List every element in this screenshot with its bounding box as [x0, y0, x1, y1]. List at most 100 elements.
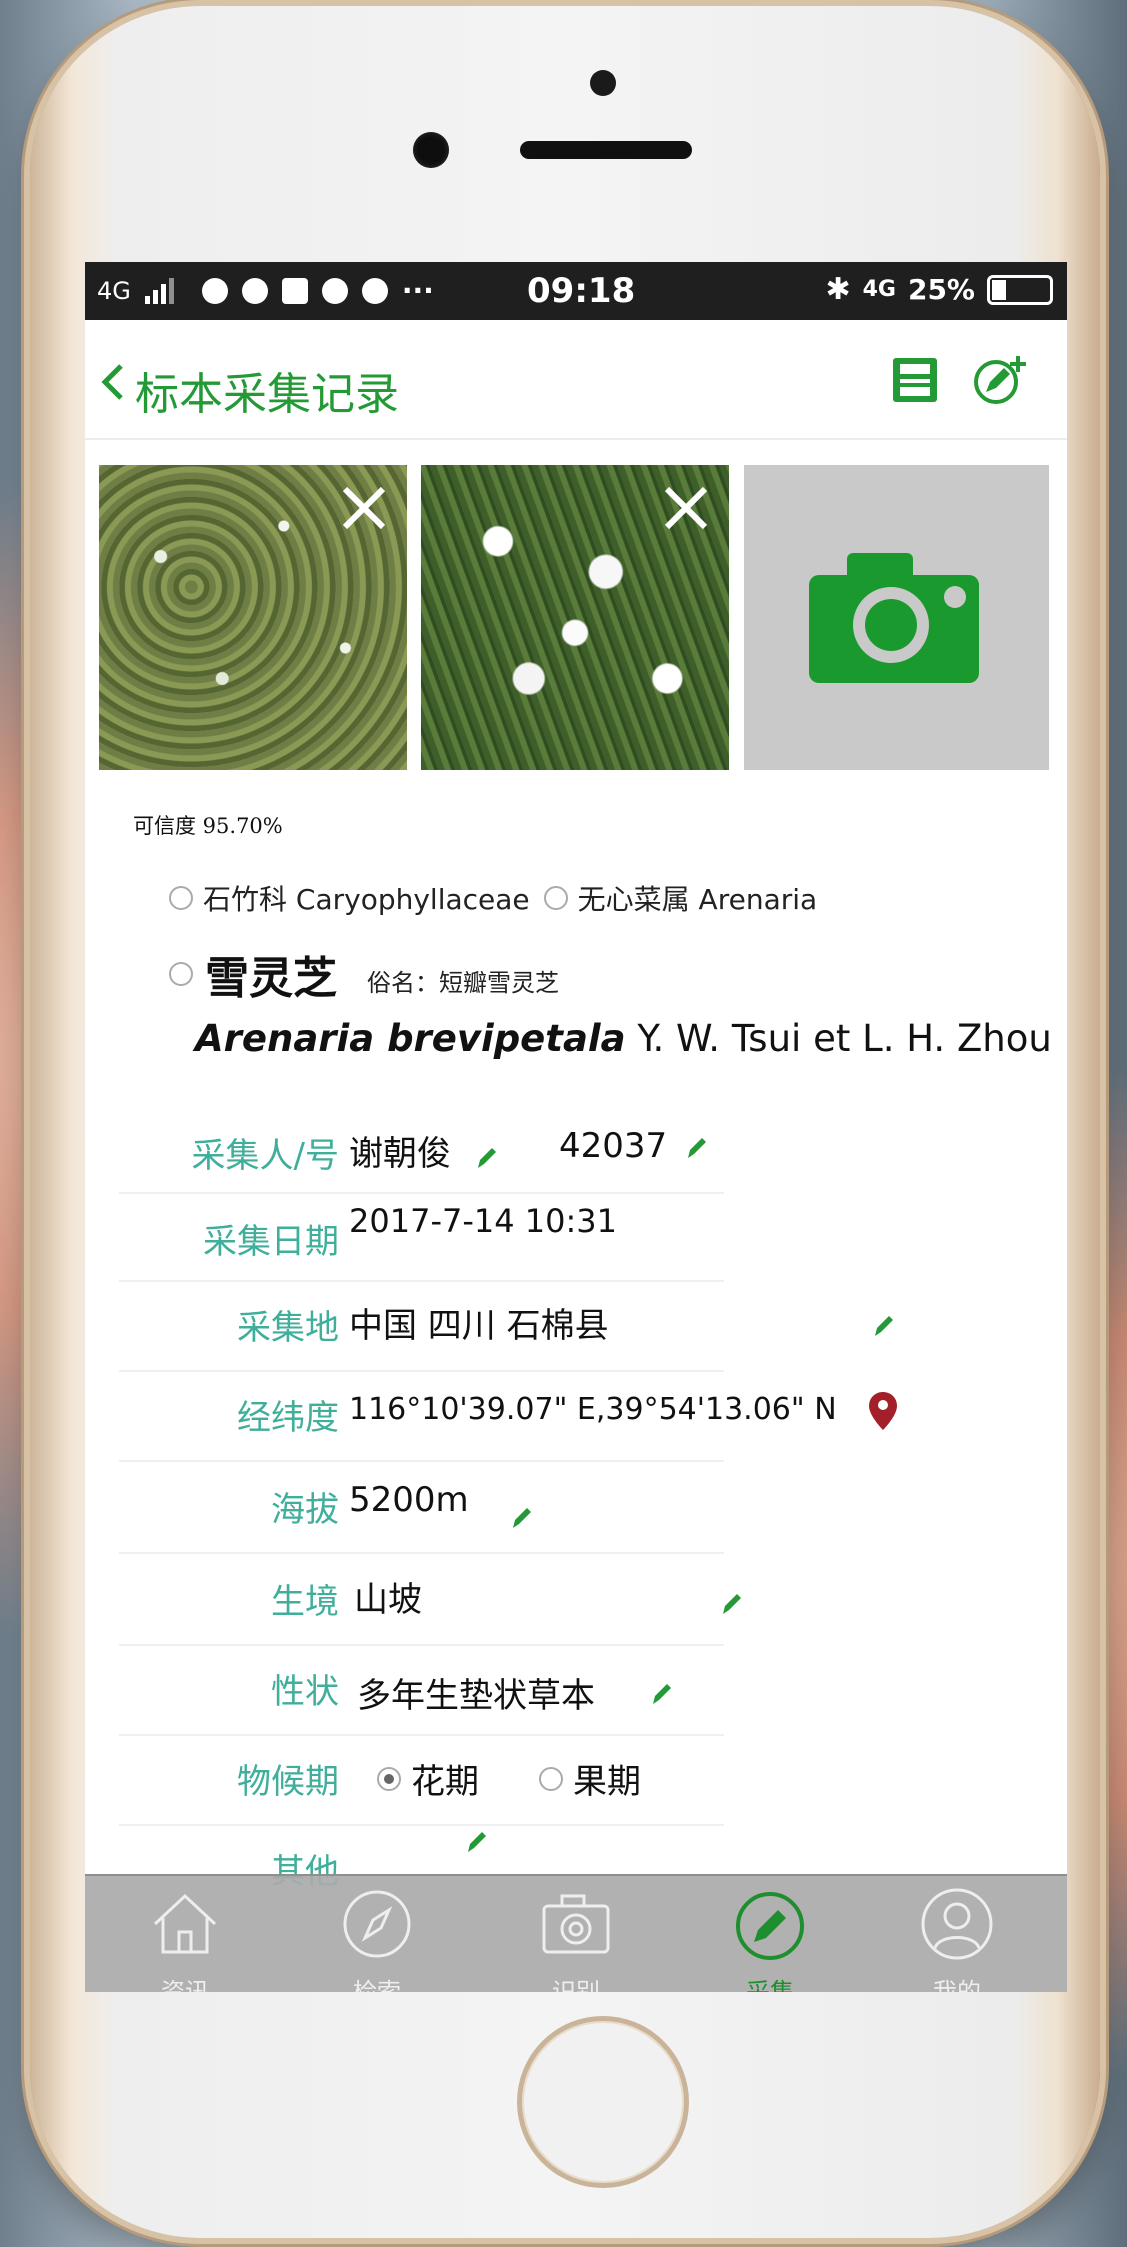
flowering-radio[interactable]: [377, 1766, 401, 1791]
tab-label: 采集: [746, 1978, 794, 1992]
coords-label: 经纬度: [237, 1398, 339, 1438]
specimen-photo-2[interactable]: [421, 465, 729, 770]
page-title[interactable]: 标本采集记录: [135, 358, 399, 422]
close-icon[interactable]: [339, 483, 389, 533]
photo-strip: [99, 465, 1049, 770]
bluetooth-icon: ✱: [825, 272, 851, 307]
compass-icon: [343, 1890, 411, 1958]
collector-label: 采集人/号: [191, 1136, 339, 1176]
shield-icon: [201, 277, 228, 304]
genus-radio[interactable]: [543, 886, 568, 910]
place-value[interactable]: 中国 四川 石棉县: [349, 1298, 609, 1347]
confidence-text: 可信度 95.70%: [133, 814, 283, 838]
tab-search[interactable]: 检索: [317, 1886, 437, 1992]
camera-icon: [542, 1894, 610, 1954]
clock: 09:18: [527, 271, 636, 311]
habitat-value[interactable]: 山坡: [354, 1572, 422, 1621]
shield-check-icon: [361, 277, 388, 304]
specimen-photo-1[interactable]: [99, 465, 407, 770]
tab-bar: 资讯 检索 识别 采集 我的: [85, 1874, 1067, 1992]
home-icon: [153, 1893, 217, 1954]
divider: [119, 1460, 724, 1462]
place-row: 采集地 中国 四川 石棉县: [119, 1284, 893, 1364]
camera-icon: [809, 553, 979, 683]
divider: [119, 1644, 724, 1646]
species-chinese-name: 雪灵芝: [205, 953, 337, 1004]
fruiting-radio[interactable]: [539, 1766, 563, 1791]
home-button[interactable]: [517, 2016, 689, 2188]
tab-label: 识别: [552, 1978, 600, 1992]
tab-collect[interactable]: 采集: [710, 1886, 830, 1992]
network-label: 4G: [97, 276, 131, 305]
sensor-dot: [590, 70, 616, 96]
back-chevron-icon[interactable]: [99, 362, 125, 402]
front-camera: [413, 132, 449, 168]
fruiting-label: 果期: [573, 1762, 641, 1802]
status-bar: 4G ··· 09:18 ✱ 4G 25%: [85, 262, 1067, 320]
edit-pencil-icon[interactable]: [474, 1144, 500, 1170]
mail-icon: [281, 277, 308, 304]
family-label: 石竹科 Caryophyllaceae: [203, 883, 530, 916]
coords-row: 经纬度 116°10'39.07" E,39°54'13.06" N: [119, 1374, 897, 1454]
add-photo-button[interactable]: [744, 465, 1049, 770]
trait-row: 性状 多年生垫状草本: [119, 1648, 759, 1728]
signal-icon: [144, 277, 174, 304]
location-pin-icon[interactable]: [869, 1392, 897, 1430]
altitude-label: 海拔: [271, 1490, 339, 1530]
tab-identify[interactable]: 识别: [516, 1886, 636, 1992]
profile-icon: [921, 1888, 993, 1960]
tab-label: 检索: [353, 1978, 401, 1992]
edit-pencil-icon[interactable]: [719, 1590, 745, 1616]
coords-value[interactable]: 116°10'39.07" E,39°54'13.06" N: [349, 1392, 837, 1427]
common-name: 俗名：短瓣雪灵芝: [367, 968, 559, 997]
app-screen: 4G ··· 09:18 ✱ 4G 25% 标本采集记录 可信度 95.70% …: [85, 262, 1067, 1992]
nav-bar: 标本采集记录: [85, 320, 1067, 440]
habitat-label: 生境: [271, 1582, 339, 1622]
authority: Y. W. Tsui et L. H. Zhou: [637, 1017, 1052, 1060]
edit-icon: [736, 1892, 804, 1960]
tab-profile[interactable]: 我的: [897, 1886, 1017, 1992]
habitat-row: 生境 山坡: [119, 1558, 759, 1638]
edit-pencil-icon[interactable]: [464, 1828, 490, 1854]
place-label: 采集地: [237, 1308, 339, 1348]
divider: [119, 1280, 724, 1282]
phenology-label: 物候期: [237, 1762, 339, 1802]
close-icon[interactable]: [661, 483, 711, 533]
edit-pencil-icon[interactable]: [684, 1134, 710, 1160]
latin-name-line: Arenaria brevipetala Y. W. Tsui et L. H.…: [195, 1017, 1052, 1060]
edit-pencil-icon[interactable]: [509, 1504, 535, 1530]
altitude-row: 海拔 5200m: [119, 1466, 759, 1546]
add-edit-icon[interactable]: [970, 352, 1034, 408]
divider: [119, 1734, 724, 1736]
species-row: 雪灵芝 俗名：短瓣雪灵芝: [169, 942, 559, 1006]
earpiece-speaker: [520, 141, 692, 159]
date-label: 采集日期: [203, 1222, 339, 1262]
tab-label: 我的: [933, 1978, 981, 1992]
divider: [119, 1552, 724, 1554]
collector-value[interactable]: 谢朝俊: [349, 1126, 451, 1175]
divider: [119, 1370, 724, 1372]
trait-label: 性状: [271, 1672, 339, 1712]
species-radio[interactable]: [169, 962, 193, 986]
divider: [119, 1824, 724, 1826]
latin-name: Arenaria brevipetala: [195, 1017, 626, 1060]
phenology-row: 物候期 花期 果期: [119, 1738, 759, 1818]
right-network-label: 4G: [862, 277, 896, 302]
collector-number[interactable]: 42037: [559, 1126, 667, 1166]
tab-news[interactable]: 资讯: [125, 1886, 245, 1992]
family-radio[interactable]: [169, 886, 193, 910]
date-row: 采集日期 2017-7-14 10:31: [119, 1194, 759, 1274]
altitude-value[interactable]: 5200m: [349, 1480, 469, 1520]
flowering-label: 花期: [411, 1762, 479, 1802]
taxonomy-row: 石竹科 Caryophyllaceae 无心菜属 Arenaria: [169, 878, 817, 918]
battery-percent: 25%: [907, 273, 975, 306]
save-icon[interactable]: [891, 356, 939, 404]
edit-pencil-icon[interactable]: [649, 1680, 675, 1706]
chat-icon: [241, 277, 268, 304]
trait-value[interactable]: 多年生垫状草本: [357, 1668, 595, 1717]
tab-label: 资讯: [161, 1978, 209, 1992]
genus-label: 无心菜属 Arenaria: [577, 883, 818, 916]
more-notifications: ···: [401, 274, 434, 307]
date-value[interactable]: 2017-7-14 10:31: [349, 1202, 617, 1240]
edit-pencil-icon[interactable]: [871, 1312, 897, 1338]
